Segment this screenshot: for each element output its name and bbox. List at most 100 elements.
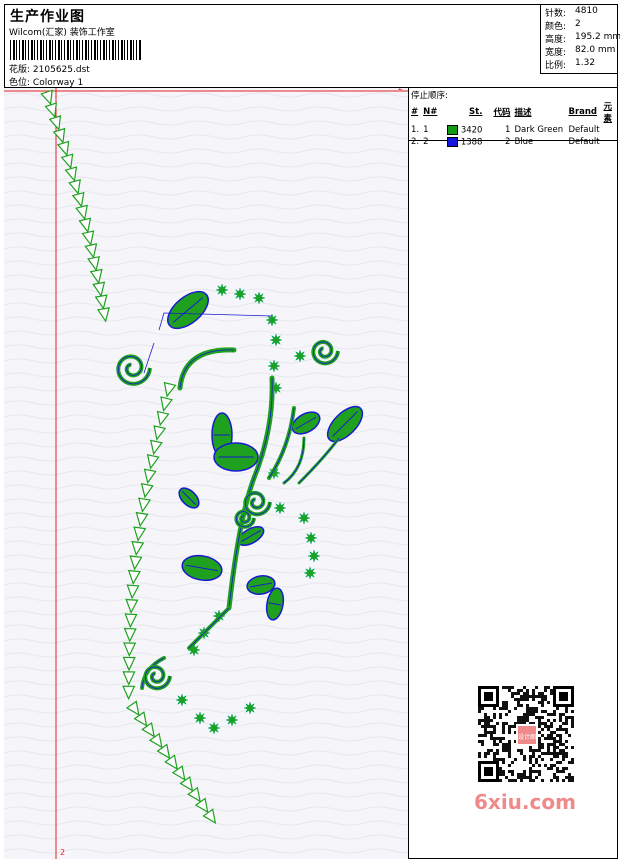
qr-module xyxy=(538,692,541,695)
qr-module xyxy=(508,740,511,743)
qr-module xyxy=(568,716,571,719)
qr-module xyxy=(523,776,526,779)
qr-module xyxy=(508,686,511,689)
qr-module xyxy=(538,743,541,746)
qr-module xyxy=(571,761,574,764)
qr-module xyxy=(562,779,565,782)
stop-sequence-table: # N# St. 代码 描述 Brand 元素 1. 1 3420 1 Dark… xyxy=(409,100,618,148)
col-header: 描述 xyxy=(514,108,532,118)
stat-width: 宽度: 82.0 mm xyxy=(545,45,616,58)
qr-module xyxy=(505,749,508,752)
qr-module xyxy=(523,698,526,701)
qr-module xyxy=(511,761,514,764)
qr-module xyxy=(502,725,505,728)
qr-module xyxy=(484,716,487,719)
qr-module xyxy=(490,725,493,728)
qr-module xyxy=(529,707,532,710)
qr-module xyxy=(547,725,550,728)
qr-module xyxy=(523,695,526,698)
qr-module xyxy=(550,743,553,746)
qr-module xyxy=(553,776,556,779)
qr-module xyxy=(553,773,556,776)
qr-module xyxy=(532,689,535,692)
qr-module xyxy=(565,752,568,755)
qr-module xyxy=(553,764,556,767)
qr-module xyxy=(520,689,523,692)
col-header: St. xyxy=(469,107,483,117)
qr-module xyxy=(538,719,541,722)
qr-module xyxy=(529,713,532,716)
qr-module xyxy=(493,713,496,716)
guide-label-top: 2 xyxy=(398,88,403,92)
qr-module xyxy=(565,767,568,770)
qr-module xyxy=(550,725,553,728)
qr-module xyxy=(550,689,553,692)
qr-module xyxy=(484,725,487,728)
qr-module xyxy=(502,761,505,764)
qr-module xyxy=(478,722,481,725)
qr-module xyxy=(529,779,532,782)
qr-module xyxy=(571,716,574,719)
qr-module xyxy=(553,743,556,746)
table-row[interactable]: 2. 2 1388 2 Blue Default xyxy=(409,136,618,148)
star-stitch xyxy=(193,711,207,725)
qr-module xyxy=(532,698,535,701)
star-stitch xyxy=(243,701,257,715)
qr-module xyxy=(541,695,544,698)
qr-module xyxy=(499,737,502,740)
qr-module xyxy=(553,731,556,734)
qr-module xyxy=(505,743,508,746)
qr-module xyxy=(502,728,505,731)
qr-module xyxy=(511,686,514,689)
qr-module xyxy=(481,740,484,743)
qr-module xyxy=(493,737,496,740)
stop-sequence-panel: 停止顺序: # N# St. 代码 描述 Brand 元素 1. 1 3420 … xyxy=(409,88,618,147)
col-header: 代码 xyxy=(493,108,511,118)
col-header: # xyxy=(411,107,419,117)
qr-module xyxy=(523,713,526,716)
qr-module xyxy=(562,758,565,761)
qr-module xyxy=(544,698,547,701)
qr-module xyxy=(520,719,523,722)
table-row[interactable]: 1. 1 3420 1 Dark Green Default xyxy=(409,124,618,136)
qr-module xyxy=(499,716,502,719)
qr-module xyxy=(565,710,568,713)
qr-module xyxy=(565,728,568,731)
qr-module xyxy=(523,758,526,761)
qr-module xyxy=(490,749,493,752)
qr-module xyxy=(535,686,538,689)
qr-module xyxy=(514,779,517,782)
qr-module xyxy=(532,749,535,752)
qr-module xyxy=(538,716,541,719)
star-stitch xyxy=(175,693,189,707)
qr-module xyxy=(571,725,574,728)
qr-module xyxy=(556,779,559,782)
qr-module xyxy=(520,716,523,719)
qr-module xyxy=(568,734,571,737)
qr-module xyxy=(478,707,481,710)
qr-module xyxy=(484,728,487,731)
qr-module xyxy=(529,776,532,779)
qr-module xyxy=(499,740,502,743)
qr-module xyxy=(517,698,520,701)
qr-module xyxy=(538,770,541,773)
qr-module xyxy=(532,764,535,767)
qr-module xyxy=(478,755,481,758)
design-preview[interactable]: 2 2 xyxy=(4,88,409,859)
qr-module xyxy=(502,707,505,710)
qr-module xyxy=(550,764,553,767)
qr-module xyxy=(535,761,538,764)
qr-module xyxy=(499,758,502,761)
star-stitch xyxy=(207,721,221,735)
qr-module xyxy=(532,707,535,710)
qr-module xyxy=(532,710,535,713)
qr-module xyxy=(565,746,568,749)
qr-module xyxy=(529,773,532,776)
embroidery-canvas: 2 2 xyxy=(4,88,408,859)
qr-module xyxy=(529,770,532,773)
stats-panel: 针数: 4810 颜色: 2 高度: 195.2 mm 宽度: 82.0 mm 比例: 1… xyxy=(540,4,620,74)
qr-module xyxy=(523,719,526,722)
qr-module xyxy=(520,776,523,779)
qr-module xyxy=(529,695,532,698)
qr-module xyxy=(556,767,559,770)
